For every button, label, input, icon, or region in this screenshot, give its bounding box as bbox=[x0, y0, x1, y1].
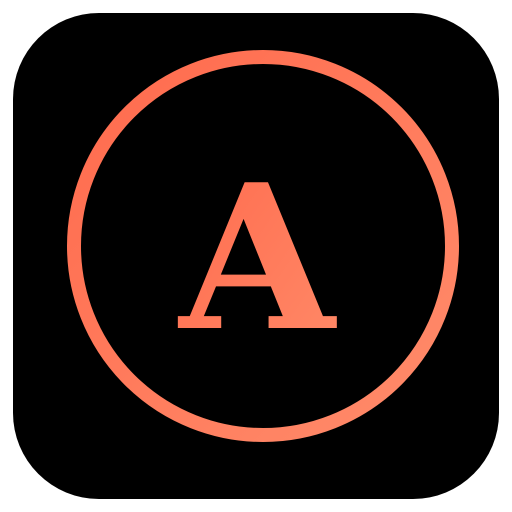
letter-a-monogram: A bbox=[177, 141, 337, 376]
app-icon-art: A bbox=[67, 50, 459, 442]
